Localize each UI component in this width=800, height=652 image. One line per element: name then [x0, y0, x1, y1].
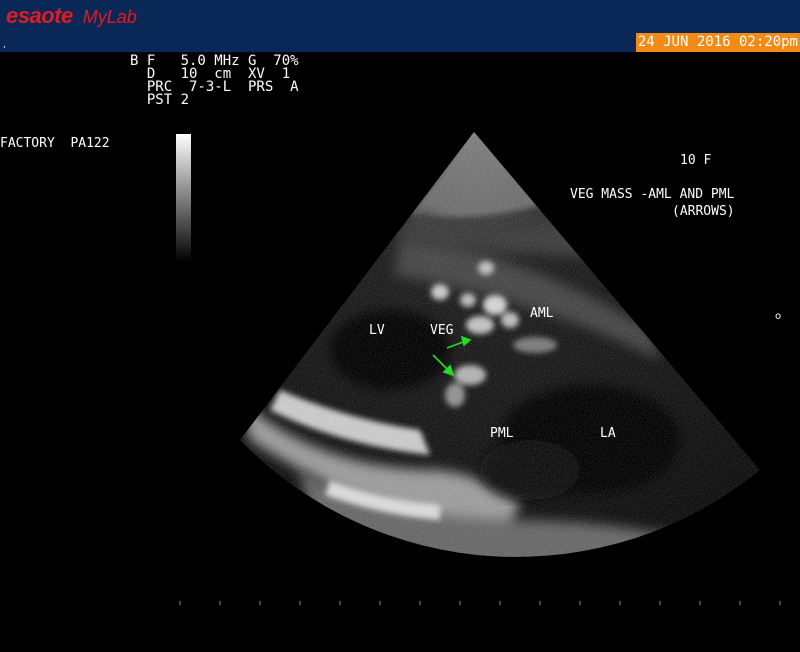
label-la: LA: [600, 426, 616, 441]
grayscale-bar: [176, 134, 191, 262]
caption-line-2: (ARROWS): [672, 204, 735, 219]
param-pst: PST 2: [130, 92, 190, 108]
caption-line-1: VEG MASS -AML AND PML: [570, 187, 735, 202]
ultrasound-image: [179, 132, 781, 605]
ultrasound-screen: esaote MyLab ‚ 24 JUN 2016 02:20pm B F 5…: [0, 0, 800, 652]
depth-scale: [179, 601, 781, 605]
patient-age-sex: 10 F: [680, 153, 712, 168]
label-lv: LV: [369, 323, 385, 338]
focus-marker: o: [775, 311, 782, 322]
label-veg: VEG: [430, 323, 454, 338]
scan-sector: [240, 132, 760, 557]
label-pml: PML: [490, 426, 514, 441]
preset-label: FACTORY PA122: [0, 136, 110, 151]
label-aml: AML: [530, 306, 554, 321]
